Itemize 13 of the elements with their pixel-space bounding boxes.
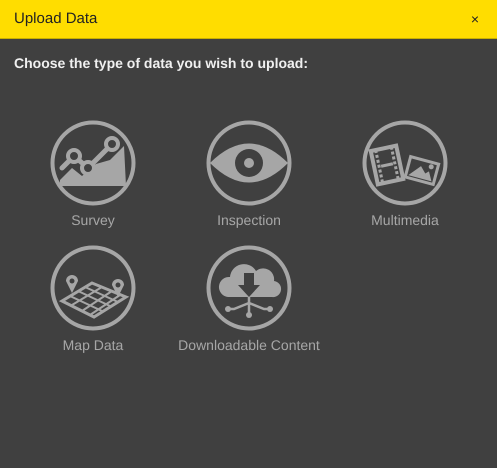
close-button[interactable]: × — [466, 8, 483, 30]
eye-icon — [206, 120, 292, 206]
map-grid-pins-icon — [50, 245, 136, 331]
prompt-text: Choose the type of data you wish to upload: — [14, 54, 310, 73]
window-title: Upload Data — [14, 8, 98, 29]
data-type-option[interactable]: Survey — [15, 120, 171, 231]
data-type-option[interactable]: Map Data — [15, 245, 171, 356]
line-chart-icon — [50, 120, 136, 206]
film-and-photo-icon — [362, 120, 448, 206]
data-type-option[interactable]: Inspection — [171, 120, 327, 231]
cloud-download-icon — [206, 245, 292, 331]
data-type-option[interactable]: Multimedia — [327, 120, 483, 231]
data-type-option[interactable]: Downloadable Content — [171, 245, 327, 356]
